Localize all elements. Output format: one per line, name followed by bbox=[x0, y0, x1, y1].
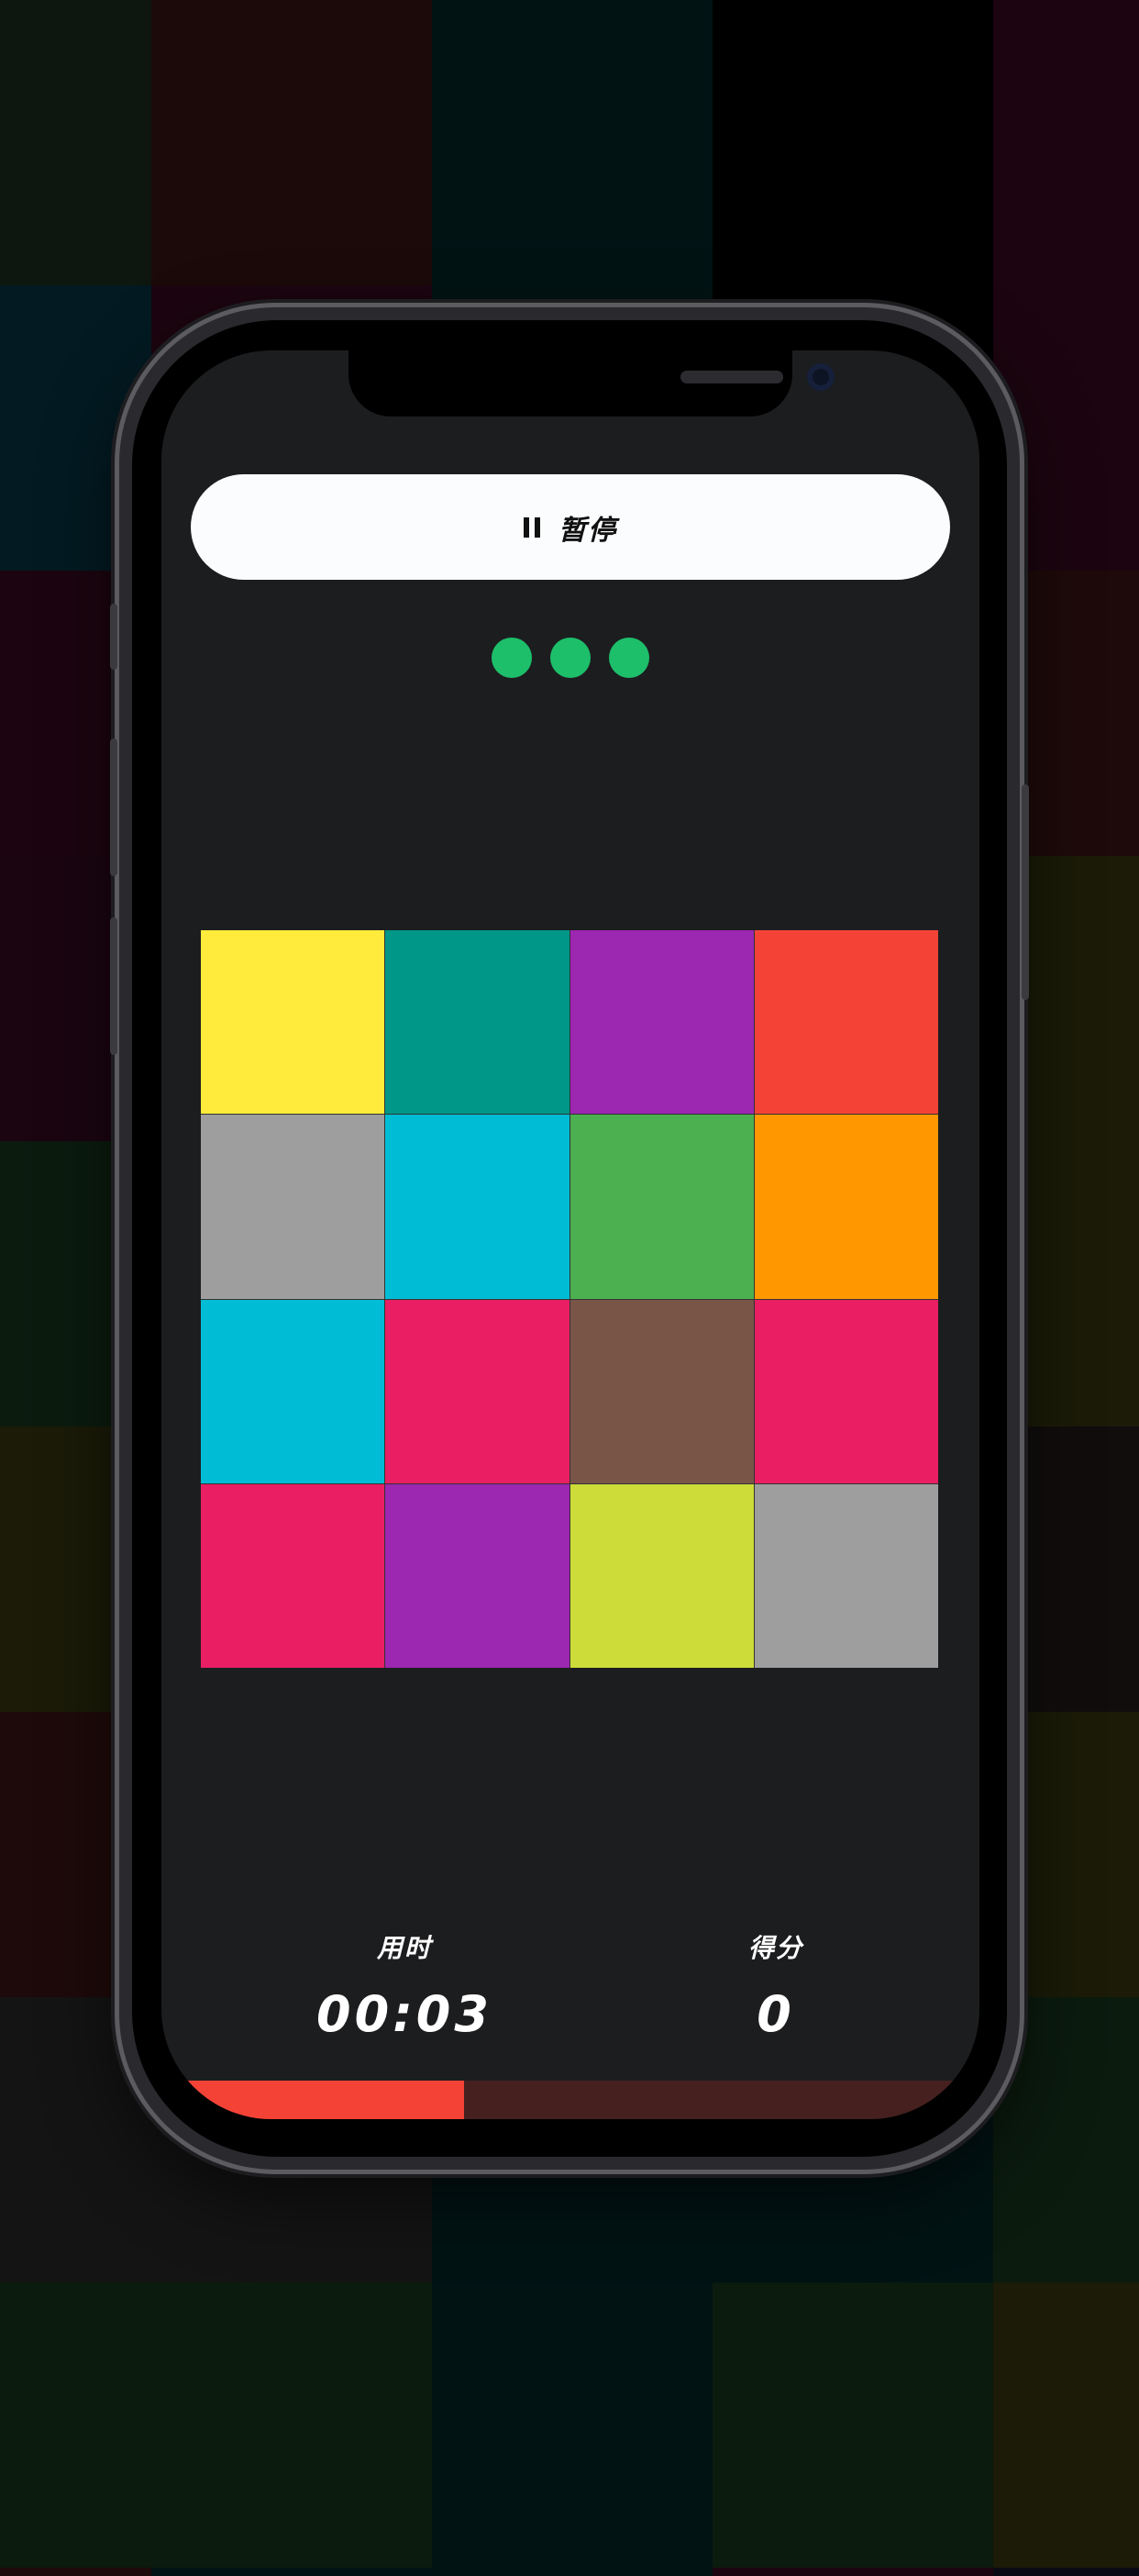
time-progress-fill bbox=[161, 2081, 465, 2119]
speaker-grille bbox=[680, 371, 783, 383]
life-dot bbox=[609, 638, 649, 678]
color-tile[interactable] bbox=[754, 930, 938, 1115]
pause-icon bbox=[524, 516, 540, 538]
background-cell bbox=[432, 2282, 713, 2568]
color-tile[interactable] bbox=[201, 1483, 385, 1668]
color-tile[interactable] bbox=[570, 1299, 754, 1483]
background-cell bbox=[151, 2282, 432, 2568]
time-stat: 用时 00:03 bbox=[267, 1928, 542, 2043]
pause-button[interactable]: 暂停 bbox=[191, 474, 950, 580]
life-dot bbox=[492, 638, 532, 678]
front-camera bbox=[807, 363, 835, 391]
background-cell bbox=[151, 2568, 432, 2576]
background-cell bbox=[993, 0, 1139, 285]
color-tile[interactable] bbox=[201, 1299, 385, 1483]
pause-label: 暂停 bbox=[558, 515, 617, 546]
background-cell bbox=[713, 0, 993, 285]
background-cell bbox=[151, 0, 432, 285]
background-cell bbox=[432, 0, 713, 285]
background-cell bbox=[713, 2568, 993, 2576]
color-tile[interactable] bbox=[754, 1299, 938, 1483]
background-cell bbox=[993, 2282, 1139, 2568]
score-value: 0 bbox=[757, 1985, 795, 2043]
time-value: 00:03 bbox=[316, 1985, 492, 2043]
volume-up-button bbox=[110, 738, 117, 876]
background-cell bbox=[432, 2568, 713, 2576]
time-progress-bar bbox=[161, 2081, 979, 2119]
color-tile[interactable] bbox=[754, 1115, 938, 1299]
color-tile[interactable] bbox=[754, 1483, 938, 1668]
life-dot bbox=[550, 638, 591, 678]
color-tile[interactable] bbox=[385, 930, 570, 1115]
mute-switch bbox=[110, 604, 117, 670]
score-label: 得分 bbox=[747, 1933, 803, 1963]
score-stat: 得分 0 bbox=[661, 1928, 890, 2043]
color-tile[interactable] bbox=[385, 1115, 570, 1299]
time-label: 用时 bbox=[376, 1933, 432, 1963]
background-cell bbox=[713, 2282, 993, 2568]
color-tile[interactable] bbox=[570, 1483, 754, 1668]
game-screen: 暂停 用时 00:03 得分 0 bbox=[161, 350, 979, 2119]
background-cell bbox=[0, 2568, 151, 2576]
background-cell bbox=[0, 0, 151, 285]
lives-indicator bbox=[161, 638, 979, 678]
color-tile[interactable] bbox=[570, 930, 754, 1115]
power-button bbox=[1022, 784, 1029, 1000]
color-tile-board bbox=[201, 930, 938, 1668]
color-tile[interactable] bbox=[385, 1299, 570, 1483]
color-tile[interactable] bbox=[570, 1115, 754, 1299]
background-cell bbox=[0, 2282, 151, 2568]
volume-down-button bbox=[110, 917, 117, 1055]
notch bbox=[348, 350, 835, 416]
color-tile[interactable] bbox=[201, 930, 385, 1115]
color-tile[interactable] bbox=[385, 1483, 570, 1668]
color-tile[interactable] bbox=[201, 1115, 385, 1299]
background-cell bbox=[993, 2568, 1139, 2576]
